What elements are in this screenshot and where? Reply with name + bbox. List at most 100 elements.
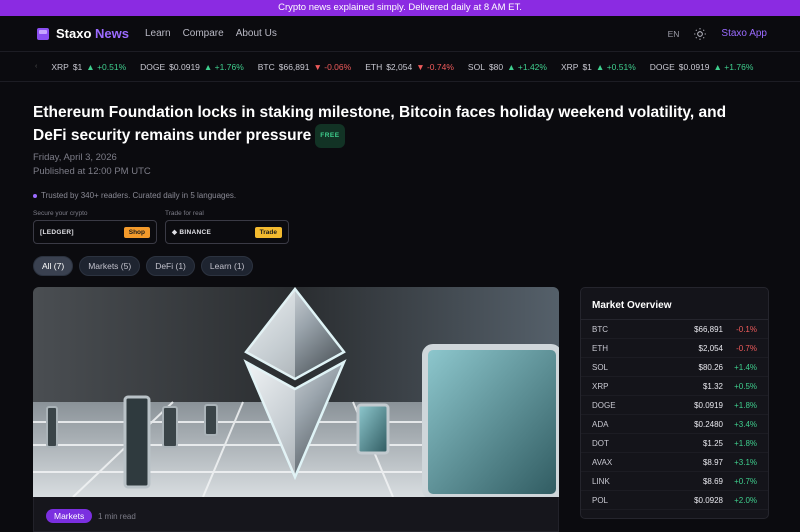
market-row-xrp[interactable]: XRP $1.32 +0.5% xyxy=(581,377,768,396)
shop-button[interactable]: Shop xyxy=(123,226,150,238)
binance-logo: ◆ BINANCE xyxy=(172,229,212,236)
sponsor-label: Secure your crypto xyxy=(33,210,88,217)
ticker-change: ▼ -0.06% xyxy=(313,61,352,72)
brand-name: Staxo News xyxy=(56,26,129,41)
market-row-sol[interactable]: SOL $80.26 +1.4% xyxy=(581,358,768,377)
market-sym: POL xyxy=(592,495,609,505)
staxo-app-link[interactable]: Staxo App xyxy=(721,28,767,39)
top-nav: Staxo News Learn Compare About Us EN Sta… xyxy=(0,16,800,52)
ticker-item[interactable]: BTC $66,891 ▼ -0.06% xyxy=(258,62,351,72)
market-row-avax[interactable]: AVAX $8.97 +3.1% xyxy=(581,453,768,472)
ticker-change: ▲ +1.76% xyxy=(203,61,244,72)
sun-icon[interactable] xyxy=(693,27,707,41)
ticker-sym: SOL xyxy=(467,61,485,72)
market-sym: ETH xyxy=(592,343,608,353)
ticker-price: $66,891 xyxy=(278,61,310,72)
market-price: $1.25 xyxy=(702,438,723,448)
announcement-banner: Crypto news explained simply. Delivered … xyxy=(0,0,800,16)
filter-defi[interactable]: DeFi (1) xyxy=(146,256,195,276)
market-change: -0.1% xyxy=(736,324,757,334)
ticker-sym: XRP xyxy=(51,61,69,72)
article-hero-image[interactable] xyxy=(33,287,559,497)
ticker-price: $2,054 xyxy=(386,61,413,72)
market-sym: AVAX xyxy=(592,457,613,467)
market-price: $8.97 xyxy=(702,457,723,467)
market-row-pol[interactable]: POL $0.0928 +2.0% xyxy=(581,491,768,510)
ticker-item[interactable]: XRP $1 ▲ +0.51% xyxy=(561,62,636,72)
market-change: +1.8% xyxy=(734,438,757,448)
market-overview-title: Market Overview xyxy=(581,288,768,320)
trusted-note: Trusted by 340+ readers. Curated daily i… xyxy=(33,191,767,200)
market-price: $1.32 xyxy=(702,381,723,391)
ticker-change: ▲ +1.76% xyxy=(713,61,754,72)
sponsor-binance-card[interactable]: ◆ BINANCE Trade xyxy=(165,220,289,244)
sponsor-ledger-card[interactable]: [LEDGER] Shop xyxy=(33,220,157,244)
filter-all[interactable]: All (7) xyxy=(33,256,74,276)
category-badge[interactable]: Markets xyxy=(46,509,93,523)
market-price: $2,054 xyxy=(698,343,723,353)
market-row-ada[interactable]: ADA $0.2480 +3.4% xyxy=(581,415,768,434)
market-row-doge[interactable]: DOGE $0.0919 +1.8% xyxy=(581,396,768,415)
market-change: +2.0% xyxy=(734,495,757,505)
cube-icon xyxy=(37,27,49,40)
ticker-sym: XRP xyxy=(560,61,579,72)
ticker-price: $80 xyxy=(488,61,504,72)
market-price: $0.2480 xyxy=(694,419,723,429)
ticker-price: $1 xyxy=(582,61,592,72)
market-change: +1.8% xyxy=(734,400,757,410)
article-headline[interactable]: Ethereum Foundation locks in staking mil… xyxy=(33,102,763,148)
nav-link-learn[interactable]: Learn xyxy=(145,28,171,39)
language-switch[interactable]: EN xyxy=(668,29,680,39)
ticker-item[interactable]: DOGE $0.0919 ▲ +1.76% xyxy=(140,62,244,72)
market-change: +3.4% xyxy=(734,419,757,429)
market-change: +0.7% xyxy=(734,476,757,486)
ticker-sym: ETH xyxy=(365,61,383,72)
filter-learn[interactable]: Learn (1) xyxy=(200,256,254,276)
ticker-item[interactable]: ETH $2,054 ▼ -0.74% xyxy=(365,62,454,72)
market-price: $66,891 xyxy=(694,324,723,334)
ticker-change: ▼ -0.74% xyxy=(416,61,454,72)
market-sym: ADA xyxy=(592,419,609,429)
market-change: +3.1% xyxy=(734,457,757,467)
ticker-sym: DOGE xyxy=(140,61,166,72)
free-badge: FREE xyxy=(315,124,345,148)
market-price: $8.69 xyxy=(702,476,723,486)
sponsor-row: Secure your crypto [LEDGER] Shop Trade f… xyxy=(33,210,767,244)
sponsor-binance: Trade for real ◆ BINANCE Trade xyxy=(165,210,289,244)
brand-logo[interactable]: Staxo News xyxy=(37,26,129,41)
nav-link-compare[interactable]: Compare xyxy=(183,28,224,39)
ticker-price: $1 xyxy=(72,61,83,72)
ticker-sym: DOGE xyxy=(649,61,675,72)
market-sym: DOT xyxy=(592,438,609,448)
ticker-item[interactable]: SOL $80 ▲ +1.42% xyxy=(468,62,547,72)
article-published-time: Published at 12:00 PM UTC xyxy=(33,166,151,177)
market-row-btc[interactable]: BTC $66,891 -0.1% xyxy=(581,320,768,339)
ledger-logo: [LEDGER] xyxy=(40,228,74,236)
sponsor-label: Trade for real xyxy=(165,210,204,217)
market-row-eth[interactable]: ETH $2,054 -0.7% xyxy=(581,339,768,358)
ticker-item[interactable]: DOGE $0.0919 ▲ +1.76% xyxy=(650,62,754,72)
ticker-price: $0.0919 xyxy=(169,61,200,72)
ethereum-render-illustration xyxy=(33,287,559,497)
market-sym: BTC xyxy=(592,324,608,334)
filter-markets[interactable]: Markets (5) xyxy=(79,256,141,276)
article-card-footer: Markets 1 min read xyxy=(33,497,559,532)
market-change: +1.4% xyxy=(734,362,757,372)
market-sym: XRP xyxy=(592,381,609,391)
ticker-change: ▲ +0.51% xyxy=(595,61,636,72)
nav-link-about[interactable]: About Us xyxy=(236,28,277,39)
market-overview-panel: Market Overview BTC $66,891 -0.1% ETH $2,054… xyxy=(580,287,769,519)
market-row-dot[interactable]: DOT $1.25 +1.8% xyxy=(581,434,768,453)
trade-button[interactable]: Trade xyxy=(254,226,282,238)
market-price: $0.0919 xyxy=(694,400,723,410)
ticker-change: ▲ +1.42% xyxy=(507,61,547,72)
price-ticker: ‹ XRP $1 ▲ +0.51% DOGE $0.0919 ▲ +1.76% BTC $66… xyxy=(0,52,800,82)
market-price: $80.26 xyxy=(698,362,723,372)
ticker-sym: BTC xyxy=(257,61,275,72)
ticker-separator: ‹ xyxy=(35,63,38,70)
article-date: Friday, April 3, 2026 xyxy=(33,152,117,163)
ticker-change: ▲ +0.51% xyxy=(86,61,127,72)
read-time: 1 min read xyxy=(98,512,136,521)
ticker-item[interactable]: XRP $1 ▲ +0.51% xyxy=(51,62,126,72)
market-row-link[interactable]: LINK $8.69 +0.7% xyxy=(581,472,768,491)
